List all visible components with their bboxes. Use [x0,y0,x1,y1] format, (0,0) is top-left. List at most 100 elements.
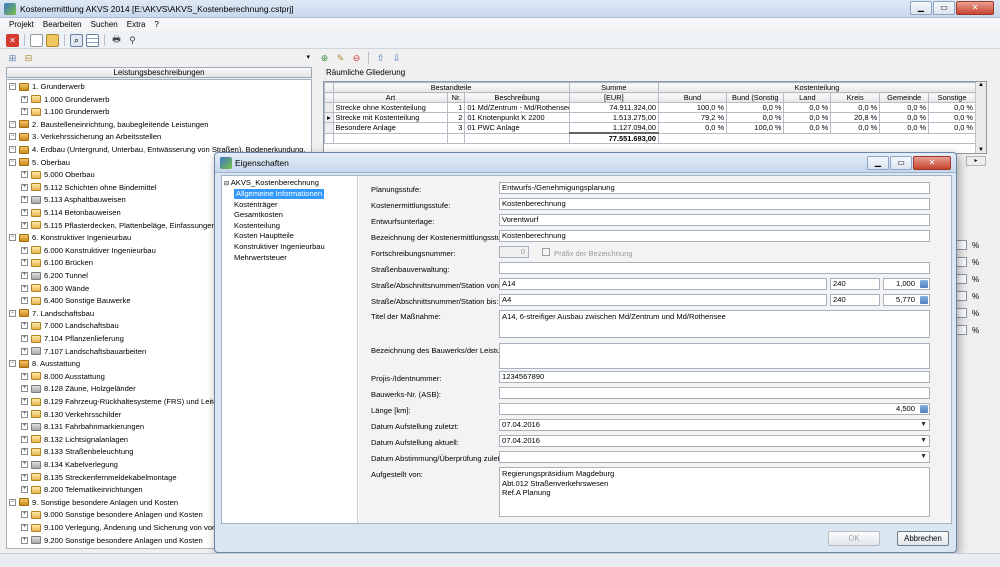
abschnitt-bis-field[interactable]: 240 [830,294,880,306]
expand-icon[interactable]: + [21,347,28,355]
expand-icon[interactable]: + [21,473,28,481]
table-cell-bund-sonstig[interactable]: 100,0 % [726,122,785,134]
ok-button[interactable]: OK [828,531,880,546]
table-cell-summe[interactable]: 1.127.094,00 [568,122,659,134]
nav-item[interactable]: Kostenträger [234,200,277,210]
delete-icon[interactable]: ✕ [6,33,19,47]
menu-suchen[interactable]: Suchen [91,20,118,29]
expand-icon[interactable]: + [21,335,28,342]
nav-item[interactable]: Allgemeine Informationen [234,189,325,199]
table-cell-sonstige[interactable]: 0,0 % [928,112,976,123]
expand-icon[interactable]: + [21,398,28,405]
tree-item[interactable]: +7.104 Pflanzenlieferung [21,333,124,344]
tree-item[interactable]: +8.133 Straßenbeleuchtung [21,446,134,457]
row-selector[interactable] [324,102,334,113]
table-cell-gemeinde[interactable]: 0,0 % [879,112,930,123]
table-cell-beschreibung[interactable]: 01 PWC Anlage [464,122,570,134]
calculator-icon[interactable] [920,296,928,304]
table-cell-nr[interactable]: 3 [447,122,466,134]
table-cell-gemeinde[interactable]: 0,0 % [879,102,930,113]
move-down-icon[interactable]: ⇩ [390,52,403,65]
expand-icon[interactable]: + [21,171,28,179]
panel-dropdown-icon[interactable]: ▾ [306,53,310,61]
binoculars-icon[interactable]: ⚲ [126,34,139,47]
nav-item[interactable]: Mehrwertsteuer [234,253,287,263]
menu-extra[interactable]: Extra [127,20,146,29]
table-cell-nr[interactable]: 1 [447,102,466,113]
menu-help[interactable]: ? [154,20,158,29]
table-cell-bund[interactable]: 0,0 % [657,122,728,134]
column-header[interactable]: Bund [657,92,728,103]
tree-item[interactable]: +8.129 Fahrzeug-Rückhaltesysteme (FRS) u… [21,396,236,407]
scroll-up-icon[interactable]: ▲ [976,82,986,88]
tree-item[interactable]: +1.100 Grunderwerb [21,106,109,117]
titel-field[interactable]: A14, 6-streifiger Ausbau zwischen Md/Zen… [499,310,930,338]
expand-icon[interactable]: + [21,209,28,216]
expand-icon[interactable]: + [21,536,28,544]
menu-projekt[interactable]: Projekt [9,20,34,29]
table-cell-summe[interactable]: 74.911.324,00 [568,102,659,113]
table-row[interactable]: Besondere Anlage 3 01 PWC Anlage 1.127.094,… [324,122,976,134]
column-header[interactable]: Nr. [447,92,466,103]
tree-item[interactable]: +6.100 Brücken [21,257,93,268]
scroll-down-icon[interactable]: ▼ [976,147,986,153]
expand-icon[interactable]: + [21,511,28,519]
column-header[interactable]: Beschreibung [464,92,570,103]
bezeichnung-kes-field[interactable]: Kostenberechnung [499,230,930,242]
expand-icon[interactable]: + [21,95,28,103]
tree-item[interactable]: +9.100 Verlegung, Änderung und Sicherung… [21,522,232,533]
tree-filter-icon[interactable]: ⊟ [22,52,35,65]
tree-item[interactable]: +8.131 Fahrbahnmarkierungen [21,421,144,432]
expand-icon[interactable]: + [21,486,28,494]
column-header[interactable]: Kreis [830,92,881,103]
datum-zuletzt-dropdown[interactable]: 07.04.2016 ▼ [499,419,930,431]
kostenermittlungsstufe-field[interactable]: Kostenberechnung [499,198,930,210]
collapse-icon[interactable]: − [9,309,16,317]
collapse-icon[interactable]: − [9,234,16,242]
station-bis-field[interactable]: 5,770 [883,294,930,306]
table-cell-sonstige[interactable]: 0,0 % [928,102,976,113]
column-header[interactable]: Land [783,92,832,103]
calculator-icon[interactable] [920,405,928,413]
expand-icon[interactable]: + [21,284,28,292]
tree-expand-icon[interactable]: ⊞ [6,52,19,65]
tree-item[interactable]: +9.000 Sonstige besondere Anlagen und Ko… [21,509,203,520]
praefix-checkbox[interactable] [542,248,550,256]
tree-item[interactable]: +5.000 Oberbau [21,169,95,180]
expand-icon[interactable]: + [21,259,28,267]
table-cell-sonstige[interactable]: 0,0 % [928,122,976,134]
expand-icon[interactable]: + [21,410,28,418]
table-cell-kreis[interactable]: 0,0 % [830,102,881,113]
strassenbauverwaltung-field[interactable] [499,262,930,274]
dropdown-arrow-icon[interactable]: ▼ [920,436,927,446]
tree-item[interactable]: +5.113 Asphaltbauweisen [21,194,126,205]
grid-scrollbar[interactable]: ▲ ▼ [975,82,986,153]
tree-item[interactable]: +8.130 Verkehrsschilder [21,409,121,420]
station-von-field[interactable]: 1,000 [883,278,930,290]
expand-icon[interactable]: + [21,196,28,204]
column-header[interactable]: Bund (Sonstig [726,92,785,103]
tree-category[interactable]: − 3. Verkehrssicherung an Arbeitsstellen [9,131,161,142]
tree-item[interactable]: +1.000 Grunderwerb [21,94,109,105]
collapse-icon[interactable]: − [9,158,16,166]
tree-category[interactable]: − 1. Grunderwerb [9,81,85,92]
delete-row-icon[interactable]: ⊖ [350,52,363,65]
table-cell-art[interactable]: Strecke mit Kostenteilung [332,112,449,123]
expand-icon[interactable]: + [21,272,28,279]
row-selector[interactable] [324,122,334,134]
table-cell-bund[interactable]: 79,2 % [657,112,728,123]
move-up-icon[interactable]: ⇧ [374,52,387,65]
tree-category[interactable]: − 7. Landschaftsbau [9,308,94,319]
asb-field[interactable] [499,387,930,399]
tree-category[interactable]: − 6. Konstruktiver Ingenieurbau [9,232,131,243]
edit-icon[interactable]: ✎ [334,52,347,65]
tree-item[interactable]: +6.300 Wände [21,283,89,294]
row-selector[interactable]: ▸ [324,112,334,123]
aufgestellt-field[interactable]: Regierungspräsidium Magdeburg Abt.012 St… [499,467,930,517]
laenge-field[interactable]: 4,500 [499,403,930,415]
collapse-icon[interactable]: ⊟ [224,181,229,187]
print-icon[interactable]: 🖶 [110,34,123,47]
expand-icon[interactable]: + [21,461,28,468]
collapse-icon[interactable]: − [9,83,16,90]
table-cell-gemeinde[interactable]: 0,0 % [879,122,930,134]
